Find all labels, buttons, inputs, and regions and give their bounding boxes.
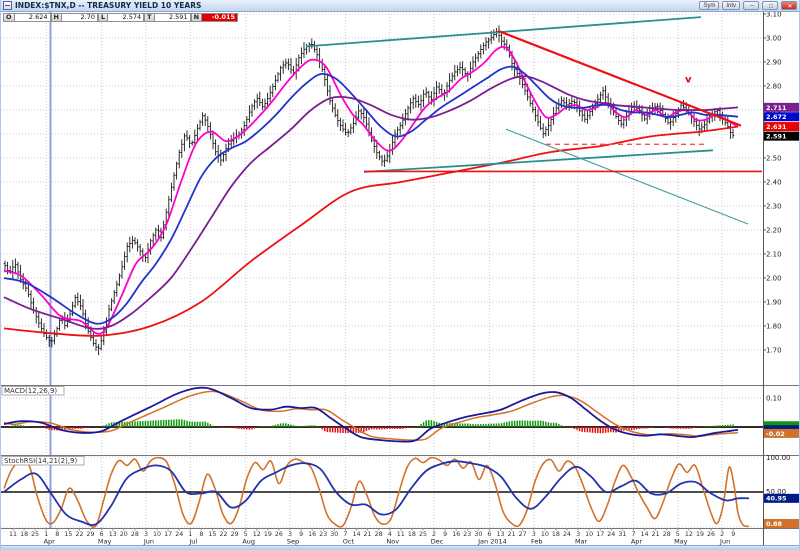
svg-text:2.40: 2.40 — [766, 179, 782, 187]
svg-text:2.90: 2.90 — [766, 59, 782, 67]
svg-text:30: 30 — [330, 531, 338, 538]
svg-text:26: 26 — [707, 531, 715, 538]
svg-text:9: 9 — [443, 531, 447, 538]
svg-text:2.80: 2.80 — [766, 83, 782, 91]
svg-text:2.50: 2.50 — [766, 155, 782, 163]
svg-text:3.00: 3.00 — [766, 35, 782, 43]
svg-text:19: 19 — [264, 531, 272, 538]
svg-text:22: 22 — [75, 531, 83, 538]
svg-text:11: 11 — [9, 531, 17, 538]
svg-text:8: 8 — [55, 531, 59, 538]
svg-text:2.631: 2.631 — [766, 123, 787, 131]
svg-text:2.00: 2.00 — [766, 275, 782, 283]
svg-text:29: 29 — [87, 531, 95, 538]
svg-text:2.672: 2.672 — [766, 113, 787, 121]
svg-text:24: 24 — [175, 531, 183, 538]
intv-button[interactable]: Intv — [722, 1, 740, 10]
svg-text:19: 19 — [696, 531, 704, 538]
svg-text:20: 20 — [120, 531, 128, 538]
svg-text:0.88: 0.88 — [766, 520, 783, 528]
minimize-button[interactable]: − — [743, 1, 759, 10]
svg-text:2.20: 2.20 — [766, 227, 782, 235]
svg-text:2.30: 2.30 — [766, 203, 782, 211]
svg-text:17: 17 — [164, 531, 172, 538]
svg-text:21: 21 — [652, 531, 660, 538]
svg-text:1.70: 1.70 — [766, 347, 782, 355]
svg-text:-0.02: -0.02 — [766, 430, 785, 438]
svg-text:17: 17 — [596, 531, 604, 538]
svg-text:28: 28 — [131, 531, 139, 538]
svg-text:MACD(12,26,9): MACD(12,26,9) — [4, 387, 57, 395]
svg-text:25: 25 — [31, 531, 39, 538]
svg-text:31: 31 — [618, 531, 626, 538]
chart-icon — [3, 1, 12, 10]
close-button[interactable]: × — [781, 1, 797, 10]
svg-text:16: 16 — [452, 531, 460, 538]
wave-label: v — [685, 74, 692, 85]
svg-text:100.00: 100.00 — [766, 454, 791, 462]
svg-text:24: 24 — [607, 531, 615, 538]
svg-text:29: 29 — [231, 531, 239, 538]
maximize-button[interactable]: □ — [762, 1, 778, 10]
stochrsi-label: StochRSI(14,21(2),9) — [1, 456, 85, 466]
svg-text:18: 18 — [552, 531, 560, 538]
window-titlebar[interactable]: INDEX:$TNX,D -- TREASURY YIELD 10 YEARS … — [1, 0, 799, 12]
svg-text:StochRSI(14,21(2),9): StochRSI(14,21(2),9) — [4, 457, 77, 465]
svg-text:23: 23 — [463, 531, 471, 538]
svg-text:8: 8 — [199, 531, 203, 538]
quote-trade: T 2.591 — [144, 13, 191, 22]
svg-text:28: 28 — [375, 531, 383, 538]
quote-open: O 2.624 — [3, 13, 51, 22]
svg-text:23: 23 — [319, 531, 327, 538]
quote-readout: O 2.624 H 2.70 L 2.574 T 2.591 N -0.015 — [3, 13, 239, 22]
svg-text:2.10: 2.10 — [766, 251, 782, 259]
chart-canvas[interactable]: v3.103.002.902.802.702.602.502.402.302.2… — [1, 0, 800, 550]
svg-text:9: 9 — [731, 531, 735, 538]
svg-text:16: 16 — [308, 531, 316, 538]
svg-text:25: 25 — [419, 531, 427, 538]
svg-text:28: 28 — [663, 531, 671, 538]
svg-text:10: 10 — [153, 531, 161, 538]
svg-text:22: 22 — [220, 531, 228, 538]
svg-text:21: 21 — [508, 531, 516, 538]
svg-text:1.80: 1.80 — [766, 323, 782, 331]
svg-text:18: 18 — [408, 531, 416, 538]
sym-button[interactable]: Sym — [699, 1, 720, 10]
window-title: INDEX:$TNX,D -- TREASURY YIELD 10 YEARS — [15, 0, 202, 10]
svg-text:21: 21 — [364, 531, 372, 538]
svg-text:40.95: 40.95 — [766, 495, 787, 503]
svg-text:0.10: 0.10 — [766, 395, 782, 403]
svg-text:15: 15 — [64, 531, 72, 538]
svg-text:2.711: 2.711 — [766, 104, 787, 112]
svg-text:9: 9 — [299, 531, 303, 538]
svg-text:27: 27 — [519, 531, 527, 538]
macd-label: MACD(12,26,9) — [1, 386, 65, 396]
svg-text:15: 15 — [208, 531, 216, 538]
svg-text:18: 18 — [20, 531, 28, 538]
svg-text:26: 26 — [275, 531, 283, 538]
svg-text:24: 24 — [563, 531, 571, 538]
quote-high: H 2.70 — [50, 13, 98, 22]
window-frame-bottom — [1, 545, 799, 550]
quote-low: L 2.574 — [97, 13, 145, 22]
svg-text:2.591: 2.591 — [766, 133, 787, 141]
chart-window: INDEX:$TNX,D -- TREASURY YIELD 10 YEARS … — [0, 0, 800, 550]
svg-text:1.90: 1.90 — [766, 299, 782, 307]
quote-net-change: N -0.015 — [190, 13, 239, 22]
